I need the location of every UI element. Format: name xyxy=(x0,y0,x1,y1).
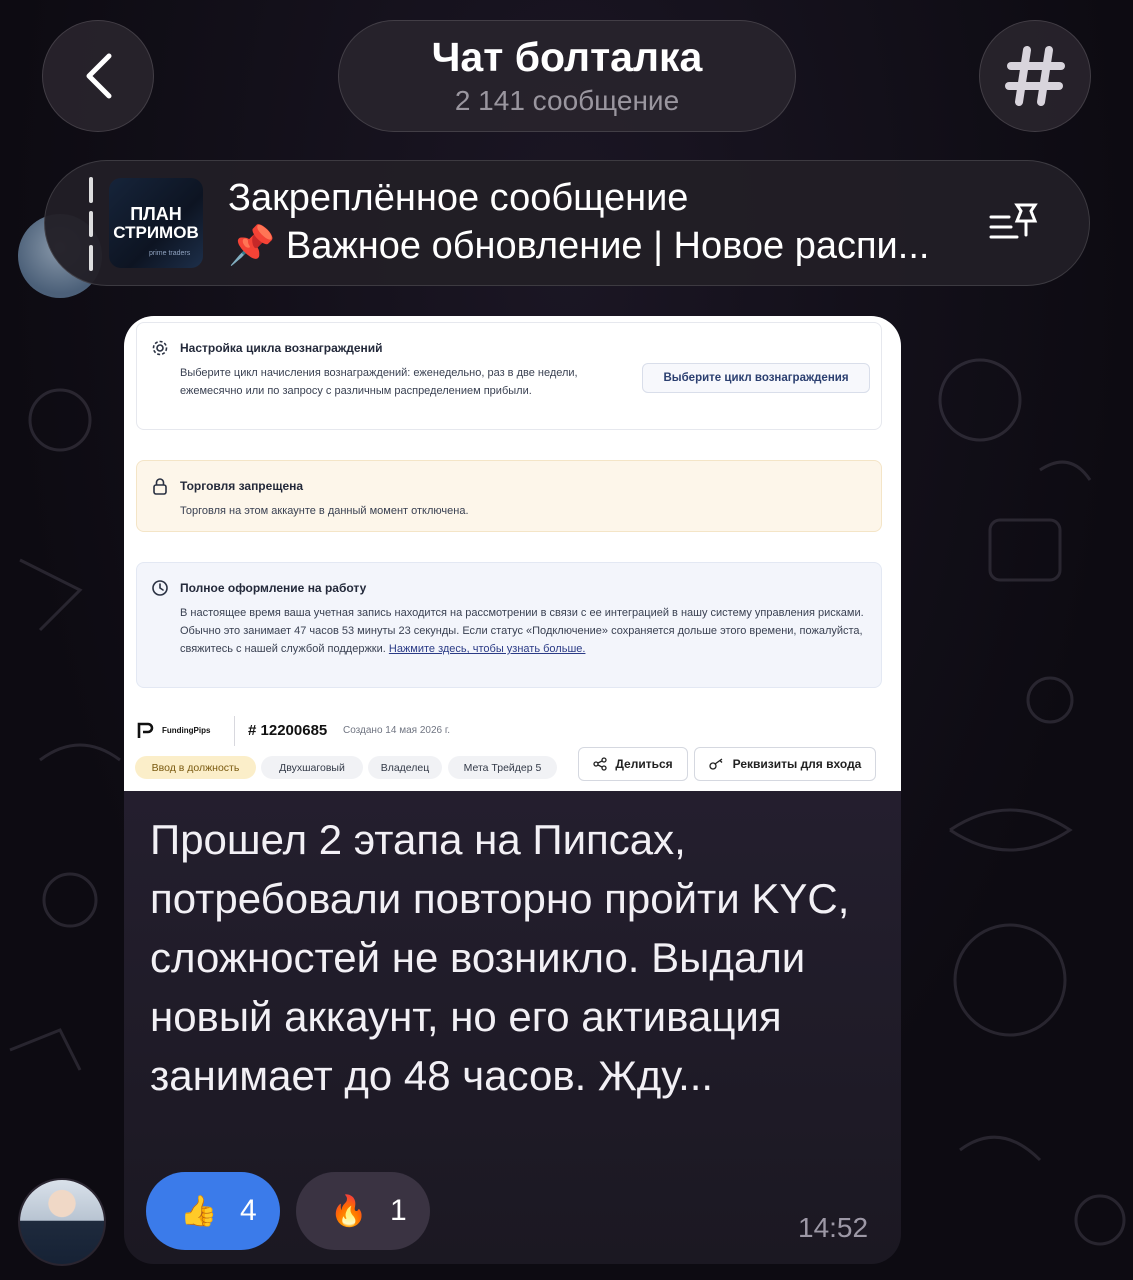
tag-onboarding: Ввод в должность xyxy=(135,756,256,779)
pinned-list-button[interactable] xyxy=(987,199,1043,252)
gear-icon xyxy=(152,340,168,356)
share-button[interactable]: Делиться xyxy=(578,747,688,781)
reaction-fire[interactable]: 🔥 1 xyxy=(296,1172,430,1250)
reward-cycle-card: Настройка цикла вознаграждений Выберите … xyxy=(136,322,882,430)
chevron-left-icon xyxy=(86,53,112,99)
reward-card-title: Настройка цикла вознаграждений xyxy=(180,341,383,355)
message-time: 14:52 xyxy=(798,1212,869,1243)
reaction-count: 4 xyxy=(240,1194,257,1227)
onboard-card-title: Полное оформление на работу xyxy=(180,581,367,595)
topic-button[interactable] xyxy=(979,20,1091,132)
created-date: Создано 14 мая 2026 г. xyxy=(343,725,451,736)
credentials-button[interactable]: Реквизиты для входа xyxy=(694,747,876,781)
fundingpips-logo-icon xyxy=(137,722,154,738)
pinned-preview: 📌 Важное обновление | Новое распи... xyxy=(228,225,930,267)
pinned-heading: Закреплённое сообщение xyxy=(228,177,689,219)
reaction-thumbs-up[interactable]: 👍 4 xyxy=(146,1172,280,1250)
onboarding-card: Полное оформление на работу В настоящее … xyxy=(136,562,882,688)
trade-card-title: Торговля запрещена xyxy=(180,479,304,493)
lock-icon xyxy=(153,478,167,495)
pinned-message-bar[interactable]: ПЛАН СТРИМОВ prime traders Закреплённое … xyxy=(44,160,1090,286)
chat-header[interactable]: Чат болталка 2 141 сообщение xyxy=(338,20,796,132)
select-reward-cycle-button[interactable]: Выберите цикл вознаграждения xyxy=(642,363,870,393)
tag-platform: Мета Трейдер 5 xyxy=(448,756,557,779)
attached-screenshot[interactable]: Настройка цикла вознаграждений Выберите … xyxy=(124,316,901,791)
hashtag-icon xyxy=(1005,46,1065,106)
credentials-label: Реквизиты для входа xyxy=(732,757,862,771)
reaction-count: 1 xyxy=(390,1194,407,1227)
sender-avatar[interactable] xyxy=(18,1178,106,1266)
fire-icon: 🔥 xyxy=(330,1194,368,1228)
back-button[interactable] xyxy=(42,20,154,132)
thumb-title-line2: СТРИМОВ xyxy=(113,223,199,242)
share-label: Делиться xyxy=(615,757,673,771)
thumbs-up-icon: 👍 xyxy=(180,1194,218,1228)
share-icon xyxy=(593,757,607,771)
message-count: 2 141 сообщение xyxy=(454,85,680,116)
divider xyxy=(234,716,235,746)
trading-disabled-card: Торговля запрещена Торговля на этом акка… xyxy=(136,460,882,532)
account-number: # 12200685 xyxy=(248,722,328,739)
chat-title: Чат болталка xyxy=(431,34,703,80)
tag-two-step: Двухшаговый xyxy=(261,756,363,779)
reward-card-body: Выберите цикл начисления вознаграждений:… xyxy=(180,367,578,397)
pin-list-icon xyxy=(989,203,1038,239)
trade-card-body: Торговля на этом аккаунте в данный момен… xyxy=(180,505,469,517)
message-text: Прошел 2 этапа на Пипсах, потребовали по… xyxy=(150,816,850,1099)
pinned-indicator xyxy=(89,177,93,271)
tag-owner: Владелец xyxy=(368,756,442,779)
message-bubble[interactable]: Настройка цикла вознаграждений Выберите … xyxy=(124,316,901,1264)
clock-icon xyxy=(152,580,168,596)
brand-name: FundingPips xyxy=(162,725,211,735)
key-icon xyxy=(708,758,723,770)
fundingpips-logo: FundingPips xyxy=(136,720,210,740)
learn-more-link[interactable]: Нажмите здесь, чтобы узнать больше. xyxy=(389,643,586,655)
thumb-title-line1: ПЛАН xyxy=(130,204,182,224)
onboard-card-body: В настоящее время ваша учетная запись на… xyxy=(180,604,870,658)
pinned-thumbnail: ПЛАН СТРИМОВ prime traders xyxy=(109,178,203,268)
thumb-caption: prime traders xyxy=(149,250,191,257)
